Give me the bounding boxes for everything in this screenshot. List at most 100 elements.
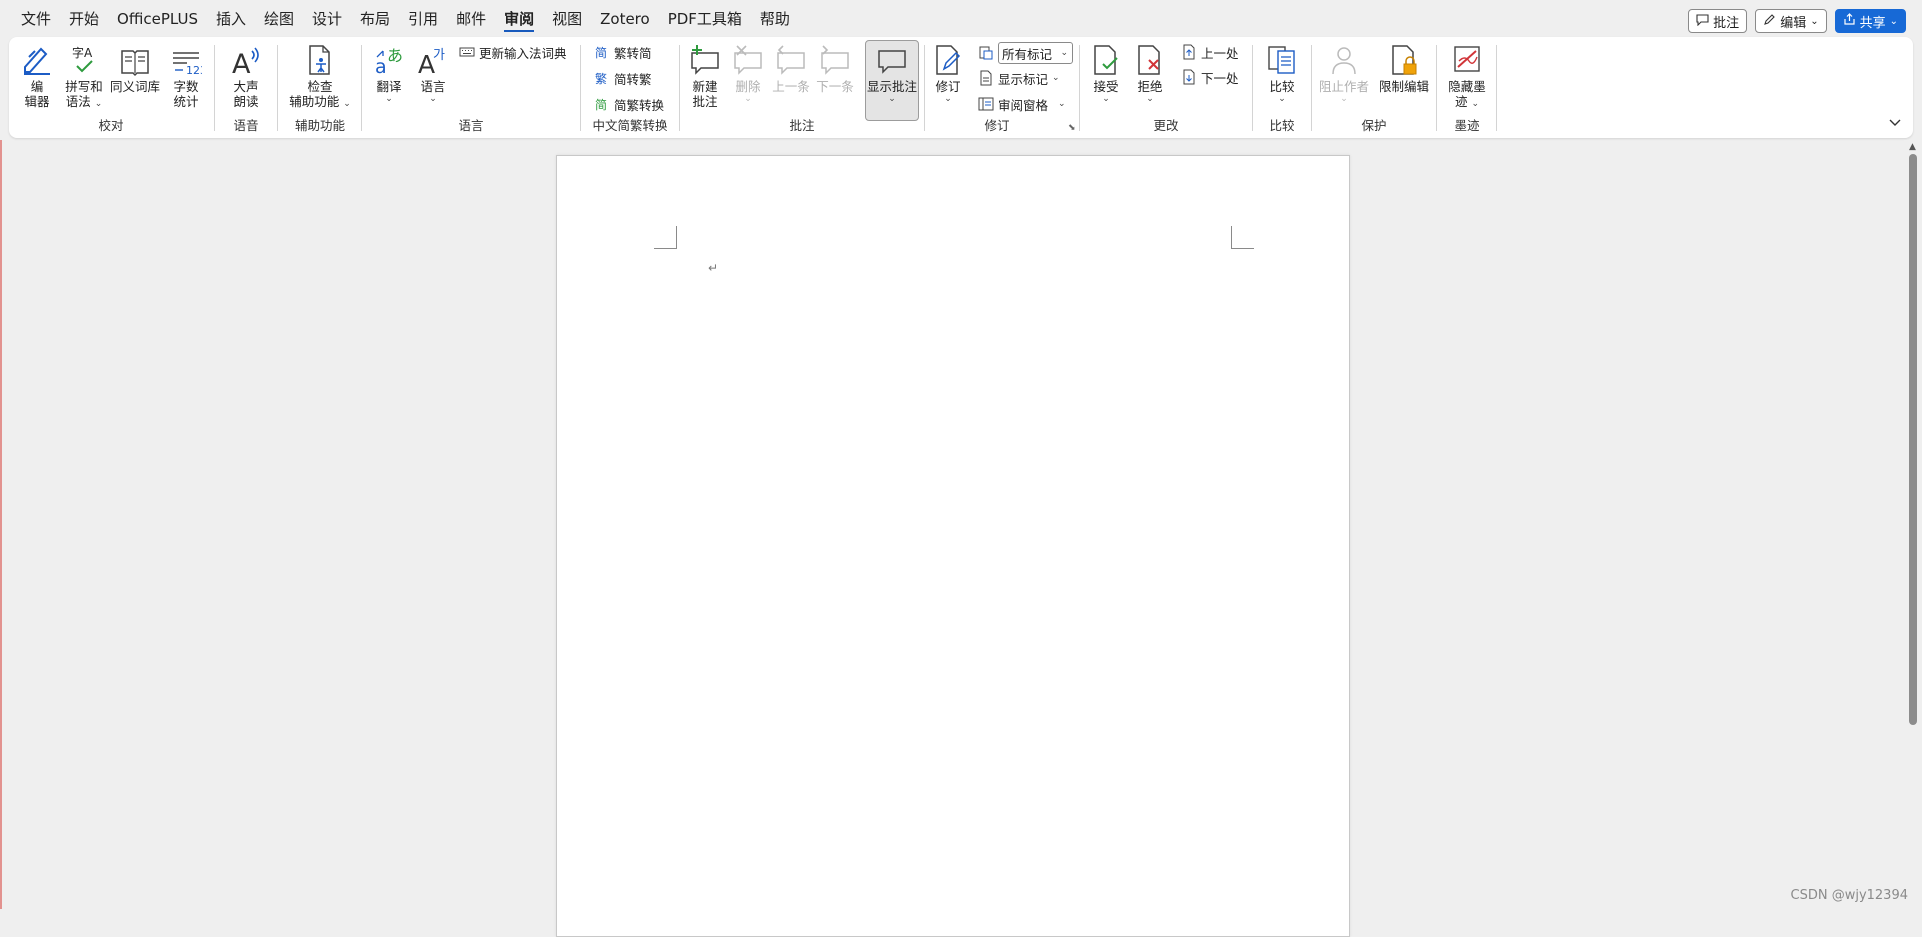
collapse-ribbon-icon[interactable] (1889, 116, 1901, 130)
compare-icon (1258, 41, 1306, 77)
check-accessibility-label-line1: 检查 (307, 79, 333, 94)
tab-mailings[interactable]: 邮件 (447, 0, 495, 38)
svg-text:繁: 繁 (595, 71, 607, 86)
markup-select[interactable]: 所有标记 ⌄ (998, 42, 1073, 64)
next-comment-label: 下一条 (816, 79, 854, 94)
vertical-scrollbar[interactable]: ▲ (1904, 140, 1922, 909)
tab-zotero[interactable]: Zotero (591, 0, 659, 38)
chevron-down-icon: ⌄ (1102, 94, 1110, 104)
word-window: 文件 开始 OfficePLUS 插入 绘图 设计 布局 引用 邮件 审阅 视图… (0, 0, 1922, 937)
tab-pdf-toolbox[interactable]: PDF工具箱 (659, 0, 751, 38)
compare-button[interactable]: 比较 ⌄ (1258, 41, 1306, 104)
chevron-down-icon: ⌄ (1146, 94, 1154, 104)
next-change-label: 下一处 (1201, 70, 1239, 86)
show-markup-button[interactable]: 显示标记 ⌄ (978, 67, 1060, 89)
ribbon-divider (1252, 45, 1253, 131)
dialog-launcher-icon[interactable]: ⬊ (1068, 123, 1076, 133)
scroll-thumb[interactable] (1909, 154, 1917, 725)
previous-change-button[interactable]: 上一处 (1181, 41, 1239, 63)
document-canvas[interactable]: ↵ (0, 140, 1904, 937)
spell-check-icon: 字A (61, 41, 107, 77)
check-accessibility-label-line2: 辅助功能 ⌄ (289, 94, 351, 109)
group-ink: 隐藏墨 迹 ⌄ 墨迹 (1438, 37, 1496, 138)
share-button[interactable]: 共享 ⌄ (1834, 9, 1906, 33)
group-label-tracking: 修订 (984, 118, 1010, 133)
language-button[interactable]: A가 语言 ⌄ (411, 41, 455, 104)
read-aloud-icon: A (219, 41, 273, 77)
tab-officeplus[interactable]: OfficePLUS (108, 0, 207, 38)
translate-icon: aあ (367, 41, 411, 77)
spelling-grammar-button[interactable]: 字A 拼写和 语法 ⌄ (61, 41, 107, 109)
word-count-label-line2: 统计 (173, 94, 199, 109)
block-authors-label: 阻止作者 (1318, 79, 1369, 94)
tab-insert[interactable]: 插入 (207, 0, 255, 38)
tab-references[interactable]: 引用 (399, 0, 447, 38)
group-label-changes: 更改 (1153, 118, 1179, 133)
previous-change-label: 上一处 (1201, 45, 1239, 61)
update-ime-dictionary-button[interactable]: 更新输入法词典 (459, 41, 567, 63)
tab-review[interactable]: 审阅 (495, 0, 543, 38)
chinese-convert-button[interactable]: 简 简繁转换 (594, 93, 664, 115)
tab-file[interactable]: 文件 (12, 0, 60, 38)
ribbon-divider (1436, 45, 1437, 131)
read-aloud-label-line1: 大声 (233, 79, 259, 94)
block-authors-button[interactable]: 阻止作者 ⌄ (1317, 41, 1371, 104)
read-aloud-button[interactable]: A 大声 朗读 (219, 41, 273, 109)
comment-icon (1696, 13, 1709, 29)
new-comment-button[interactable]: 新建 批注 (683, 41, 727, 109)
update-ime-dictionary-label: 更新输入法词典 (479, 45, 567, 61)
group-tracking: 修订 ⌄ 所有标记 ⌄ 显示标记 ⌄ 审阅窗格 ⌄ ⬊ 修订 (926, 37, 1078, 138)
document-page[interactable]: ↵ (556, 155, 1350, 937)
ribbon-divider (679, 45, 680, 131)
track-changes-label: 修订 (935, 79, 961, 94)
chevron-down-icon: ⌄ (944, 94, 952, 104)
thesaurus-button[interactable]: 同义词库 (109, 41, 161, 94)
check-accessibility-button[interactable]: 检查 辅助功能 ⌄ (283, 41, 357, 109)
translate-button[interactable]: aあ 翻译 ⌄ (367, 41, 411, 104)
editing-mode-button[interactable]: 编辑 ⌄ (1755, 9, 1827, 33)
chevron-down-icon: ⌄ (1810, 15, 1819, 27)
word-count-button[interactable]: 123 字数 统计 (163, 41, 209, 109)
ribbon-divider (277, 45, 278, 131)
restrict-editing-button[interactable]: 限制编辑 (1375, 41, 1433, 94)
group-proofing: 编 辑器 字A 拼写和 语法 ⌄ 同义词库 123 字数 (9, 37, 213, 138)
group-language: aあ 翻译 ⌄ A가 语言 ⌄ 更新输入法词典 语言 (363, 37, 579, 138)
markup-type-icon-wrap (978, 42, 994, 64)
tab-help[interactable]: 帮助 (751, 0, 799, 38)
comments-button[interactable]: 批注 (1688, 9, 1748, 33)
svg-text:字A: 字A (72, 45, 93, 60)
tab-view[interactable]: 视图 (543, 0, 591, 38)
simp-to-trad-icon: 繁 (594, 70, 610, 86)
hide-ink-icon (1440, 41, 1494, 77)
hide-ink-button[interactable]: 隐藏墨 迹 ⌄ (1440, 41, 1494, 109)
compare-label: 比较 (1269, 79, 1295, 94)
editor-label-line2: 辑器 (24, 94, 50, 109)
thesaurus-label: 同义词库 (109, 79, 160, 94)
reject-button[interactable]: 拒绝 ⌄ (1129, 41, 1171, 104)
group-label-protect: 保护 (1361, 118, 1387, 133)
trad-to-simp-label: 繁转简 (614, 45, 652, 61)
reviewing-pane-button[interactable]: 审阅窗格 ⌄ (978, 93, 1066, 115)
tab-draw[interactable]: 绘图 (255, 0, 303, 38)
accept-button[interactable]: 接受 ⌄ (1085, 41, 1127, 104)
next-comment-button[interactable]: 下一条 (813, 41, 857, 94)
block-authors-icon (1317, 41, 1371, 77)
tab-layout[interactable]: 布局 (351, 0, 399, 38)
tab-home[interactable]: 开始 (60, 0, 108, 38)
scroll-up-arrow-icon[interactable]: ▲ (1909, 142, 1916, 152)
group-accessibility: 检查 辅助功能 ⌄ 辅助功能 (279, 37, 361, 138)
pencil-icon (1763, 13, 1776, 29)
next-change-button[interactable]: 下一处 (1181, 66, 1239, 88)
header-actions: 批注 编辑 ⌄ 共享 ⌄ (1688, 9, 1906, 33)
ribbon-divider (580, 45, 581, 131)
previous-comment-button[interactable]: 上一条 (769, 41, 813, 94)
editor-button[interactable]: 编 辑器 (15, 41, 59, 109)
tab-design[interactable]: 设计 (303, 0, 351, 38)
simp-to-trad-button[interactable]: 繁 简转繁 (594, 67, 652, 89)
delete-comment-button[interactable]: 删除 ⌄ (727, 41, 769, 104)
svg-text:123: 123 (186, 64, 202, 77)
show-comments-button[interactable]: 显示批注 ⌄ (865, 40, 919, 121)
ribbon-divider (361, 45, 362, 131)
track-changes-button[interactable]: 修订 ⌄ (928, 41, 968, 104)
trad-to-simp-button[interactable]: 简 繁转简 (594, 41, 652, 63)
